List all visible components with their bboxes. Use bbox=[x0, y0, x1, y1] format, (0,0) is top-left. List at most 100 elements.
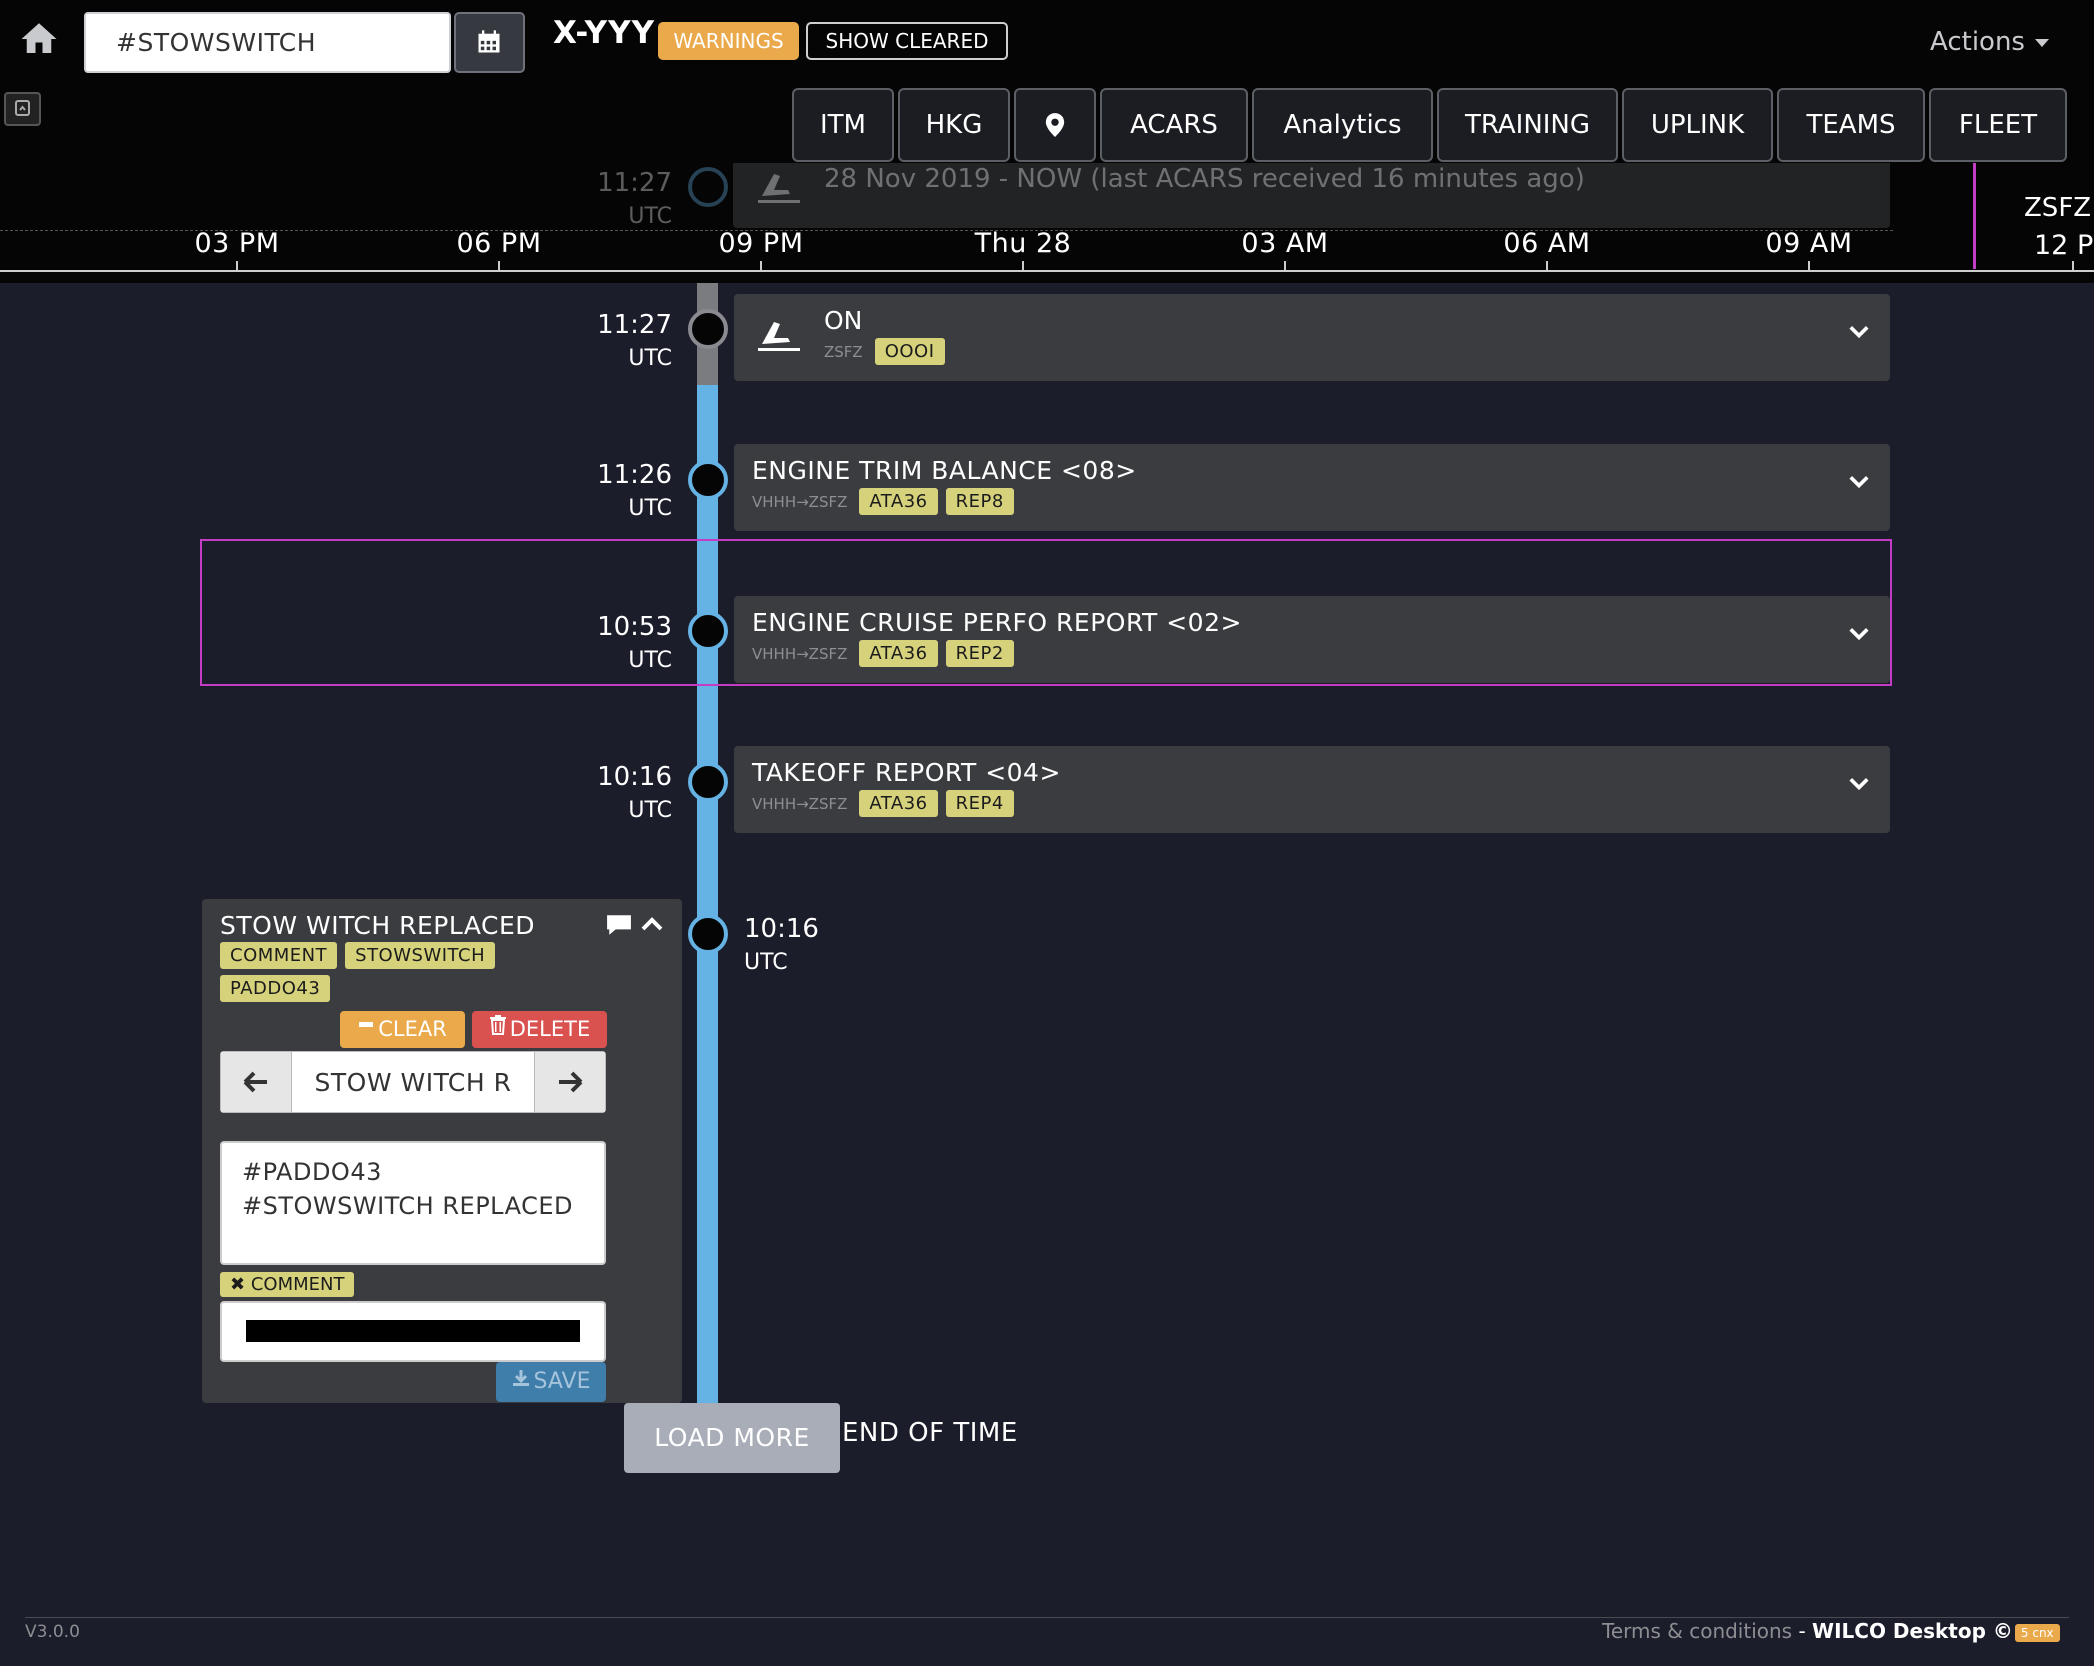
axis-label: 03 PM bbox=[194, 228, 280, 259]
arrow-left-icon bbox=[243, 1071, 267, 1093]
nav-analytics[interactable]: Analytics bbox=[1252, 88, 1433, 162]
event-route: VHHH→ZSFZ bbox=[752, 492, 848, 511]
event-time: 11:27 UTC bbox=[597, 310, 672, 371]
comment-icon[interactable] bbox=[606, 913, 632, 937]
nav-itm[interactable]: ITM bbox=[792, 88, 894, 162]
ghost-dot bbox=[688, 167, 728, 207]
nav-acars[interactable]: ACARS bbox=[1100, 88, 1248, 162]
actions-dropdown[interactable]: Actions bbox=[1930, 22, 2080, 62]
event-title: ON bbox=[824, 306, 863, 335]
event-time: 10:16 UTC bbox=[597, 762, 672, 823]
event-title: TAKEOFF REPORT <04> bbox=[752, 758, 1061, 787]
event-card[interactable]: TAKEOFF REPORT <04> VHHH→ZSFZ ATA36 REP4 bbox=[734, 746, 1890, 833]
axis-tick bbox=[1022, 261, 1024, 271]
next-button[interactable] bbox=[534, 1051, 606, 1113]
axis-tick bbox=[1284, 261, 1286, 271]
tag-input[interactable] bbox=[220, 1301, 606, 1362]
timeline-dot[interactable] bbox=[688, 460, 728, 500]
delete-button[interactable]: DELETE bbox=[472, 1011, 607, 1048]
tag[interactable]: REP8 bbox=[945, 488, 1014, 515]
landing-icon bbox=[754, 166, 804, 210]
download-icon bbox=[512, 1370, 529, 1386]
timeline-dot[interactable] bbox=[688, 914, 728, 954]
clear-button[interactable]: CLEAR bbox=[340, 1011, 465, 1048]
redacted-value bbox=[246, 1320, 580, 1342]
search-input[interactable]: #STOWSWITCH bbox=[84, 12, 451, 73]
terms-link[interactable]: Terms & conditions bbox=[1602, 1619, 1792, 1643]
axis-label: 06 PM bbox=[456, 228, 542, 259]
ghost-time: 11:27 UTC bbox=[597, 168, 672, 229]
comment-time: 10:16 UTC bbox=[744, 914, 819, 975]
tag[interactable]: PADDO43 bbox=[220, 975, 331, 1002]
nav-fleet[interactable]: FLEET bbox=[1929, 88, 2067, 162]
event-route: VHHH→ZSFZ bbox=[752, 794, 848, 813]
arrival-marker bbox=[1973, 163, 1976, 269]
axis-tick bbox=[760, 261, 762, 271]
pager-text: STOW WITCH R bbox=[292, 1051, 534, 1113]
axis-dashed-line bbox=[0, 230, 1893, 231]
chevron-down-icon[interactable] bbox=[1848, 772, 1870, 794]
tag[interactable]: ATA36 bbox=[859, 488, 938, 515]
version-label: V3.0.0 bbox=[25, 1622, 80, 1642]
end-of-time-label: END OF TIME bbox=[842, 1418, 1018, 1448]
axis-label: 03 AM bbox=[1241, 228, 1329, 259]
minus-icon bbox=[359, 1022, 374, 1027]
trash-icon bbox=[489, 1015, 506, 1035]
comment-panel: STOW WITCH REPLACED COMMENT STOWSWITCH P… bbox=[202, 899, 682, 1403]
event-card[interactable]: ENGINE TRIM BALANCE <08> VHHH→ZSFZ ATA36… bbox=[734, 444, 1890, 531]
nav-uplink[interactable]: UPLINK bbox=[1622, 88, 1773, 162]
timeline-spine-flight bbox=[697, 385, 718, 1403]
axis-label: 09 PM bbox=[718, 228, 804, 259]
nav-training[interactable]: TRAINING bbox=[1437, 88, 1618, 162]
axis-label: 06 AM bbox=[1503, 228, 1591, 259]
axis-tick bbox=[1546, 261, 1548, 271]
footer-separator: - bbox=[1792, 1619, 1813, 1643]
footer-divider bbox=[25, 1617, 2069, 1618]
tag[interactable]: COMMENT bbox=[220, 942, 338, 969]
ghost-status-text: 28 Nov 2019 - NOW (last ACARS received 1… bbox=[824, 164, 1585, 194]
show-cleared-button[interactable]: SHOW CLEARED bbox=[806, 22, 1008, 60]
event-card-on[interactable]: ON ZSFZ OOOI bbox=[734, 294, 1890, 381]
tag[interactable]: OOOI bbox=[874, 338, 945, 365]
top-nav: ITM HKG ACARS Analytics TRAINING UPLINK … bbox=[792, 88, 2067, 163]
tag[interactable]: STOWSWITCH bbox=[345, 942, 496, 969]
landing-icon bbox=[758, 322, 800, 351]
axis-label: 12 PM bbox=[2034, 230, 2094, 261]
load-more-button[interactable]: LOAD MORE bbox=[624, 1403, 840, 1473]
tag[interactable]: ATA36 bbox=[859, 790, 938, 817]
save-button[interactable]: SAVE bbox=[496, 1362, 606, 1402]
comment-tag-label: COMMENT bbox=[250, 1274, 345, 1295]
comment-category-tag[interactable]: ✖ COMMENT bbox=[220, 1272, 355, 1297]
collapse-icon[interactable] bbox=[4, 92, 41, 126]
event-time: 11:26 UTC bbox=[597, 460, 672, 521]
axis-label: Thu 28 bbox=[974, 228, 1072, 259]
chevron-up-icon[interactable] bbox=[640, 913, 664, 937]
tag[interactable]: REP4 bbox=[945, 790, 1014, 817]
prev-button[interactable] bbox=[220, 1051, 292, 1113]
remove-icon[interactable]: ✖ bbox=[230, 1274, 245, 1295]
chevron-down-icon[interactable] bbox=[1848, 320, 1870, 342]
home-icon[interactable] bbox=[18, 18, 68, 68]
brand-label: WILCO Desktop © bbox=[1812, 1619, 2013, 1643]
chevron-down-icon[interactable] bbox=[1848, 470, 1870, 492]
axis-tick bbox=[1808, 261, 1810, 271]
comment-textarea[interactable]: #PADDO43 #STOWSWITCH REPLACED bbox=[220, 1141, 606, 1265]
save-label: SAVE bbox=[533, 1369, 591, 1394]
actions-label: Actions bbox=[1930, 27, 2025, 57]
nav-map-button[interactable] bbox=[1014, 88, 1096, 162]
aircraft-registration: X-YYY bbox=[553, 15, 656, 51]
nav-hkg[interactable]: HKG bbox=[898, 88, 1010, 162]
location-pin-icon bbox=[1045, 113, 1065, 137]
nav-teams[interactable]: TEAMS bbox=[1777, 88, 1925, 162]
footer-credits: Terms & conditions - WILCO Desktop © 5 cn… bbox=[1602, 1619, 2060, 1643]
axis-label: 09 AM bbox=[1765, 228, 1853, 259]
timeline-dot[interactable] bbox=[688, 309, 728, 349]
comment-title: STOW WITCH REPLACED bbox=[220, 911, 535, 940]
warnings-button[interactable]: WARNINGS bbox=[658, 22, 799, 60]
timeline-dot[interactable] bbox=[688, 762, 728, 802]
calendar-icon bbox=[478, 30, 500, 53]
caret-down-icon bbox=[2034, 38, 2049, 47]
calendar-button[interactable] bbox=[454, 12, 525, 73]
arrow-right-icon bbox=[559, 1071, 583, 1093]
selection-highlight bbox=[200, 539, 1892, 686]
